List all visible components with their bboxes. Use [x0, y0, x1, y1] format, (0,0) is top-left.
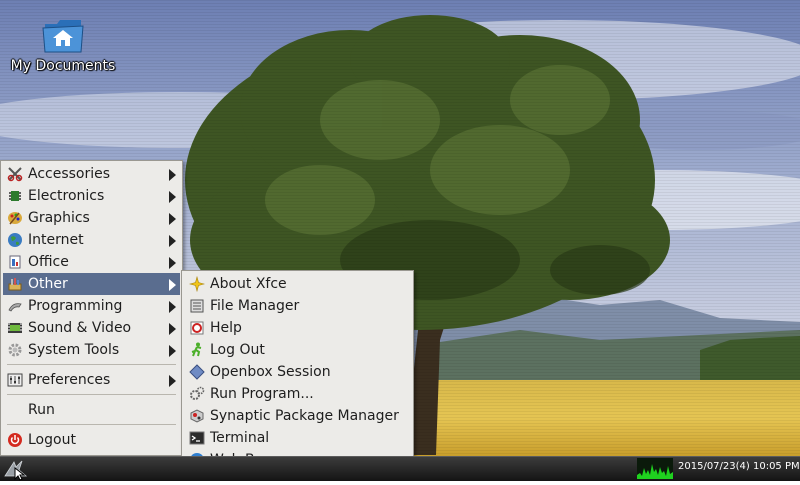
menu-item-system-tools[interactable]: System Tools — [3, 339, 180, 361]
menu-item-label: Help — [210, 320, 242, 336]
taskbar-panel: 2015/07/23(4) 10:05 PM — [0, 456, 800, 481]
menu-item-label: File Manager — [210, 298, 300, 314]
menu-item-logout[interactable]: Logout — [3, 429, 180, 451]
menu-separator — [7, 394, 176, 395]
submenu-arrow-icon — [169, 235, 176, 247]
sound-video-icon — [7, 320, 23, 336]
folder-home-icon — [41, 16, 85, 56]
about-xfce-icon — [189, 276, 205, 292]
help-icon — [189, 320, 205, 336]
submenu-arrow-icon — [169, 323, 176, 335]
menu-item-label: System Tools — [28, 342, 120, 358]
mouse-pointer-icon — [14, 466, 26, 481]
logout-icon — [7, 432, 23, 448]
log-out-icon — [189, 342, 205, 358]
menu-item-programming[interactable]: Programming — [3, 295, 180, 317]
panel-clock[interactable]: 2015/07/23(4) 10:05 PM — [678, 461, 800, 472]
menu-item-label: Programming — [28, 298, 123, 314]
electronics-icon — [7, 188, 23, 204]
menu-item-label: Run Program... — [210, 386, 314, 402]
programming-icon — [7, 298, 23, 314]
submenu-arrow-icon — [169, 301, 176, 313]
menu-item-label: Accessories — [28, 166, 111, 182]
submenu-arrow-icon — [169, 279, 176, 291]
menu-item-openbox-session[interactable]: Openbox Session — [184, 361, 411, 383]
desktop-icon-my-documents[interactable]: My Documents — [8, 16, 118, 74]
cpu-monitor-icon — [637, 458, 673, 479]
menu-item-synaptic[interactable]: Synaptic Package Manager — [184, 405, 411, 427]
menu-item-label: Log Out — [210, 342, 265, 358]
menu-item-label: Other — [28, 276, 68, 292]
menu-item-preferences[interactable]: Preferences — [3, 369, 180, 391]
synaptic-icon — [189, 408, 205, 424]
menu-item-label: Terminal — [210, 430, 270, 446]
menu-item-help[interactable]: Help — [184, 317, 411, 339]
graphics-icon — [7, 210, 23, 226]
other-submenu: About Xfce File Manager Help Log Out Ope… — [181, 270, 414, 475]
submenu-arrow-icon — [169, 345, 176, 357]
run-program-icon — [189, 386, 205, 402]
menu-item-label: Openbox Session — [210, 364, 331, 380]
menu-item-label: Preferences — [28, 372, 111, 388]
menu-item-run-program[interactable]: Run Program... — [184, 383, 411, 405]
submenu-arrow-icon — [169, 169, 176, 181]
menu-item-label: Run — [28, 402, 55, 418]
other-icon — [7, 276, 23, 292]
menu-item-other[interactable]: Other — [3, 273, 180, 295]
menu-item-terminal[interactable]: Terminal — [184, 427, 411, 449]
menu-item-label: Logout — [28, 432, 76, 448]
preferences-icon — [7, 372, 23, 388]
menu-item-log-out[interactable]: Log Out — [184, 339, 411, 361]
menu-item-label: Graphics — [28, 210, 90, 226]
menu-item-label: Internet — [28, 232, 84, 248]
menu-item-sound-video[interactable]: Sound & Video — [3, 317, 180, 339]
openbox-icon — [189, 364, 205, 380]
menu-item-accessories[interactable]: Accessories — [3, 163, 180, 185]
menu-item-label: Electronics — [28, 188, 105, 204]
file-manager-icon — [189, 298, 205, 314]
internet-icon — [7, 232, 23, 248]
menu-item-label: Synaptic Package Manager — [210, 408, 399, 424]
submenu-arrow-icon — [169, 191, 176, 203]
system-tools-icon — [7, 342, 23, 358]
terminal-icon — [189, 430, 205, 446]
menu-item-internet[interactable]: Internet — [3, 229, 180, 251]
menu-item-label: Office — [28, 254, 69, 270]
menu-item-about-xfce[interactable]: About Xfce — [184, 273, 411, 295]
menu-item-electronics[interactable]: Electronics — [3, 185, 180, 207]
desktop-icon-label: My Documents — [10, 58, 116, 74]
menu-item-graphics[interactable]: Graphics — [3, 207, 180, 229]
menu-item-label: Sound & Video — [28, 320, 132, 336]
menu-item-file-manager[interactable]: File Manager — [184, 295, 411, 317]
menu-item-office[interactable]: Office — [3, 251, 180, 273]
submenu-arrow-icon — [169, 257, 176, 269]
menu-item-run[interactable]: Run — [3, 399, 180, 421]
menu-separator — [7, 364, 176, 365]
submenu-arrow-icon — [169, 375, 176, 387]
office-icon — [7, 254, 23, 270]
accessories-icon — [7, 166, 23, 182]
menu-separator — [7, 424, 176, 425]
menu-item-label: About Xfce — [210, 276, 287, 292]
application-menu: Accessories Electronics Graphics Interne… — [0, 160, 183, 456]
submenu-arrow-icon — [169, 213, 176, 225]
